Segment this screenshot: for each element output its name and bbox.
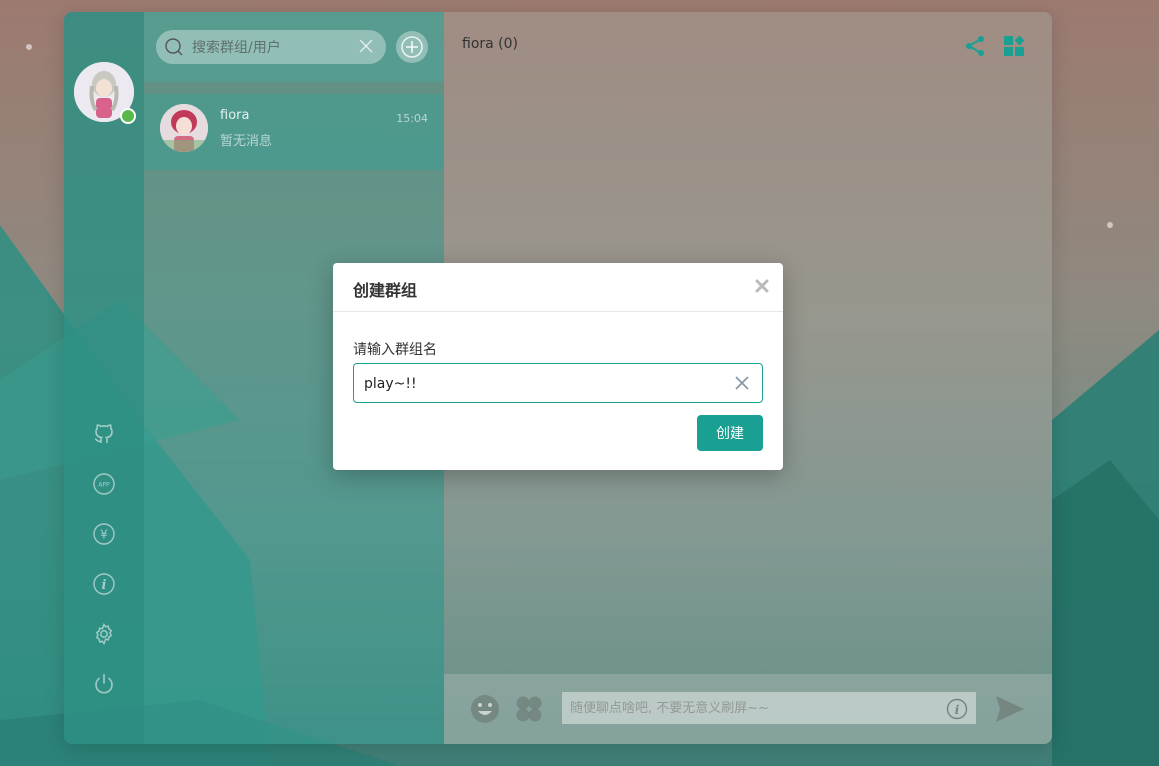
clear-input-icon[interactable] bbox=[734, 375, 750, 391]
group-name-input[interactable] bbox=[362, 364, 726, 404]
create-button[interactable]: 创建 bbox=[697, 415, 763, 451]
dialog-divider bbox=[333, 311, 783, 312]
close-icon[interactable] bbox=[755, 279, 769, 293]
dialog-title: 创建群组 bbox=[353, 281, 418, 300]
create-group-dialog: 创建群组 请输入群组名 创建 bbox=[333, 263, 783, 470]
group-name-label: 请输入群组名 bbox=[353, 342, 437, 358]
group-name-field[interactable] bbox=[353, 363, 763, 404]
